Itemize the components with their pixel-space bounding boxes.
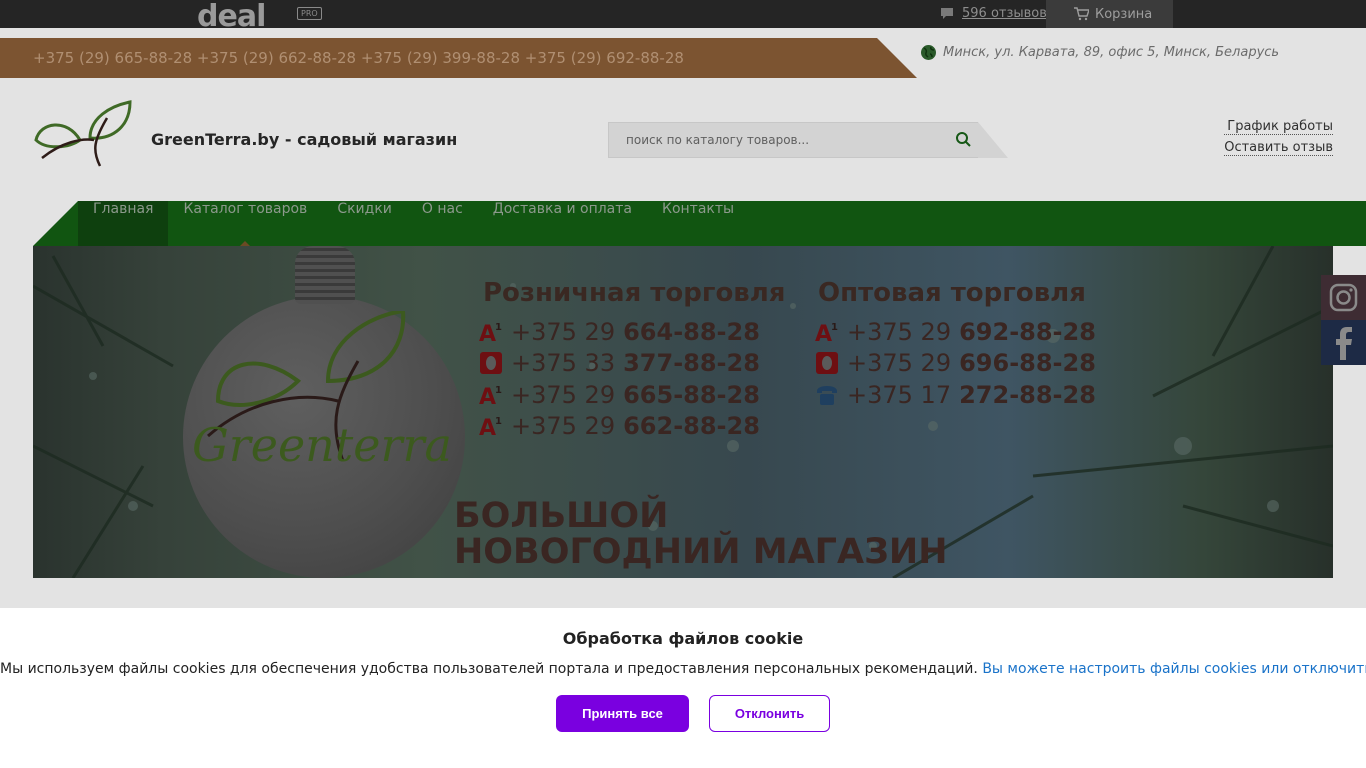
wholesale-phone-prefix: +375 29 xyxy=(847,318,952,346)
cart-icon xyxy=(1074,7,1089,21)
wholesale-phone: +375 17 272-88-28 xyxy=(815,381,1096,409)
leave-review-link[interactable]: Оставить отзыв xyxy=(1224,140,1333,156)
cookie-consent-panel: Обработка файлов cookie Мы используем фа… xyxy=(0,608,1366,768)
banner-headline: БОЛЬШОЙ НОВОГОДНИЙ МАГАЗИН xyxy=(454,498,948,570)
nav-item-delivery[interactable]: Доставка и оплата xyxy=(478,201,647,246)
svg-text:1: 1 xyxy=(495,416,502,427)
deal-logo[interactable]: deal xyxy=(197,2,265,28)
mts-icon xyxy=(816,352,838,374)
wholesale-phone-prefix: +375 17 xyxy=(847,381,952,409)
cookie-title: Обработка файлов cookie xyxy=(562,629,804,648)
svg-text:1: 1 xyxy=(495,385,502,396)
a1-icon: A1 xyxy=(815,322,838,344)
nav-item-discounts[interactable]: Скидки xyxy=(322,201,407,246)
retail-phone-number: 665-88-28 xyxy=(623,381,760,409)
cookie-text: Мы используем файлы cookies для обеспече… xyxy=(0,661,978,677)
retail-phone-prefix: +375 29 xyxy=(511,381,616,409)
retail-phone-number: 662-88-28 xyxy=(623,412,760,440)
svg-text:A: A xyxy=(479,416,496,438)
nav-item-contacts[interactable]: Контакты xyxy=(647,201,749,246)
a1-icon: A1 xyxy=(479,385,502,407)
top-bar: deal PRO 596 отзывов Корзина xyxy=(0,0,1366,28)
search-icon[interactable] xyxy=(955,131,972,148)
banner-brand-text: Greenterra xyxy=(192,418,450,471)
banner-headline-line1: БОЛЬШОЙ xyxy=(454,496,669,536)
wholesale-title: Оптовая торговля xyxy=(818,278,1086,308)
svg-text:1: 1 xyxy=(495,322,502,333)
svg-text:A: A xyxy=(479,322,496,344)
retail-phone-prefix: +375 29 xyxy=(511,318,616,346)
phone-strip: +375 (29) 665-88-28 +375 (29) 662-88-28 … xyxy=(0,38,917,78)
pro-badge: PRO xyxy=(297,7,322,20)
main-nav: Главная Каталог товаров Скидки О нас Дос… xyxy=(78,201,749,246)
retail-phone: A1 +375 29 662-88-28 xyxy=(479,412,760,440)
cookie-settings-link[interactable]: Вы можете настроить файлы cookies или от… xyxy=(982,661,1366,677)
banner-headline-line2: НОВОГОДНИЙ МАГАЗИН xyxy=(454,532,948,572)
address-text: Минск, ул. Карвата, 89, офис 5, Минск, Б… xyxy=(943,45,1280,60)
svg-text:A: A xyxy=(815,322,832,344)
cart-label: Корзина xyxy=(1095,6,1153,22)
svg-text:1: 1 xyxy=(831,322,838,333)
address: Минск, ул. Карвата, 89, офис 5, Минск, Б… xyxy=(920,44,1279,61)
cart-button[interactable]: Корзина xyxy=(1046,0,1173,28)
schedule-link[interactable]: График работы xyxy=(1224,119,1333,135)
globe-icon xyxy=(921,45,936,60)
wholesale-phone: +375 29 696-88-28 xyxy=(815,349,1096,377)
banner-brand-logo: Greenterra xyxy=(192,311,450,471)
retail-phone-number: 377-88-28 xyxy=(623,349,760,377)
nav-item-about[interactable]: О нас xyxy=(407,201,478,246)
retail-phone: A1 +375 29 665-88-28 xyxy=(479,381,760,409)
search-box xyxy=(608,122,1008,158)
a1-icon: A1 xyxy=(479,322,502,344)
retail-phone-number: 664-88-28 xyxy=(623,318,760,346)
nav-item-home[interactable]: Главная xyxy=(78,201,169,246)
wholesale-phone-number: 692-88-28 xyxy=(959,318,1096,346)
instagram-icon xyxy=(1329,283,1358,312)
retail-phone-prefix: +375 29 xyxy=(511,412,616,440)
wholesale-phone: A1 +375 29 692-88-28 xyxy=(815,318,1096,346)
retail-phone: +375 33 377-88-28 xyxy=(479,349,760,377)
nav-item-catalog[interactable]: Каталог товаров xyxy=(168,201,322,246)
accept-all-button[interactable]: Принять все xyxy=(556,695,689,732)
wholesale-phone-number: 696-88-28 xyxy=(959,349,1096,377)
greenterra-logo-icon[interactable] xyxy=(32,100,132,168)
wholesale-phone-prefix: +375 29 xyxy=(847,349,952,377)
header-phones: +375 (29) 665-88-28 +375 (29) 662-88-28 … xyxy=(33,49,684,67)
mts-icon xyxy=(480,352,502,374)
retail-phone-prefix: +375 33 xyxy=(511,349,616,377)
site-title[interactable]: GreenTerra.by - садовый магазин xyxy=(151,130,457,149)
promo-banner[interactable]: Greenterra Розничная торговля Оптовая то… xyxy=(33,246,1333,578)
speech-bubble-icon xyxy=(941,7,953,19)
svg-text:A: A xyxy=(479,385,496,407)
facebook-icon xyxy=(1336,327,1352,360)
reviews-widget: 596 отзывов xyxy=(940,6,1047,21)
reviews-link[interactable]: 596 отзывов xyxy=(962,6,1047,21)
instagram-button[interactable] xyxy=(1321,275,1366,320)
facebook-button[interactable] xyxy=(1321,320,1366,365)
retail-phone: A1 +375 29 664-88-28 xyxy=(479,318,760,346)
wholesale-phone-number: 272-88-28 xyxy=(959,381,1096,409)
header-links: График работы Оставить отзыв xyxy=(1224,119,1333,161)
retail-title: Розничная торговля xyxy=(483,278,786,308)
decline-button[interactable]: Отклонить xyxy=(709,695,830,732)
ornament-cap xyxy=(295,246,355,304)
cookie-text-row: Мы используем файлы cookies для обеспече… xyxy=(0,661,1366,677)
a1-icon: A1 xyxy=(479,416,502,438)
search-input[interactable] xyxy=(608,122,953,158)
landline-phone-icon xyxy=(817,386,837,405)
